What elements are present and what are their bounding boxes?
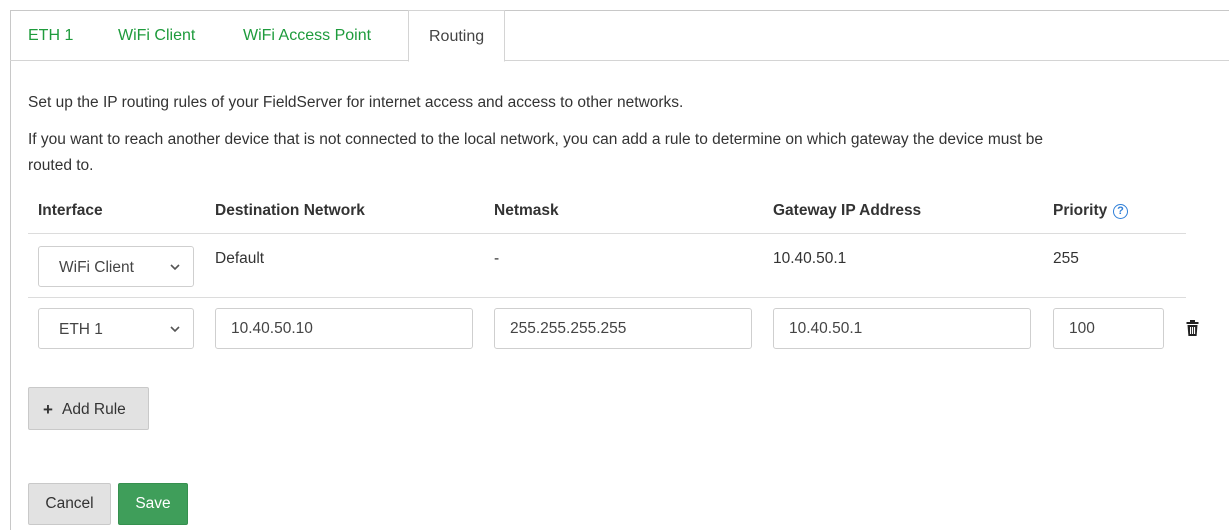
row2-priority-input[interactable] [1053, 308, 1164, 349]
trash-icon[interactable] [1186, 320, 1199, 336]
header-gateway-ip: Gateway IP Address [773, 202, 922, 219]
tab-routing[interactable]: Routing [408, 10, 506, 62]
tab-eth1[interactable]: ETH 1 [28, 10, 73, 61]
tab-wifi-access-point[interactable]: WiFi Access Point [243, 10, 371, 61]
row2-interface-select[interactable]: ETH 1 [38, 308, 194, 349]
header-interface: Interface [38, 202, 103, 219]
description-line-2: If you want to reach another device that… [28, 131, 1043, 148]
tab-bar: ETH 1 WiFi Client WiFi Access Point Rout… [10, 10, 1229, 62]
add-rule-label: Add Rule [62, 401, 126, 418]
row2-interface-value: ETH 1 [59, 321, 103, 338]
plus-icon: + [43, 400, 53, 419]
chevron-down-icon [170, 264, 180, 271]
description-line-1: Set up the IP routing rules of your Fiel… [28, 94, 684, 111]
header-destination-network: Destination Network [215, 202, 365, 219]
header-priority: Priority [1053, 202, 1108, 219]
tab-wifi-client[interactable]: WiFi Client [118, 10, 195, 61]
row-divider [28, 297, 1186, 298]
row1-netmask: - [494, 250, 500, 267]
add-rule-button[interactable]: + Add Rule [28, 387, 149, 430]
row1-interface-value: WiFi Client [59, 259, 134, 276]
row2-destination-input[interactable] [215, 308, 473, 349]
row1-priority: 255 [1053, 250, 1079, 267]
description-line-3: routed to. [28, 157, 94, 174]
question-circle-icon[interactable]: ? [1113, 204, 1128, 219]
row1-gateway: 10.40.50.1 [773, 250, 847, 267]
row2-gateway-input[interactable] [773, 308, 1031, 349]
chevron-down-icon [170, 326, 180, 333]
row2-netmask-input[interactable] [494, 308, 752, 349]
row1-interface-select[interactable]: WiFi Client [38, 246, 194, 287]
header-divider [28, 233, 1186, 234]
row1-destination: Default [215, 250, 265, 267]
header-netmask: Netmask [494, 202, 559, 219]
